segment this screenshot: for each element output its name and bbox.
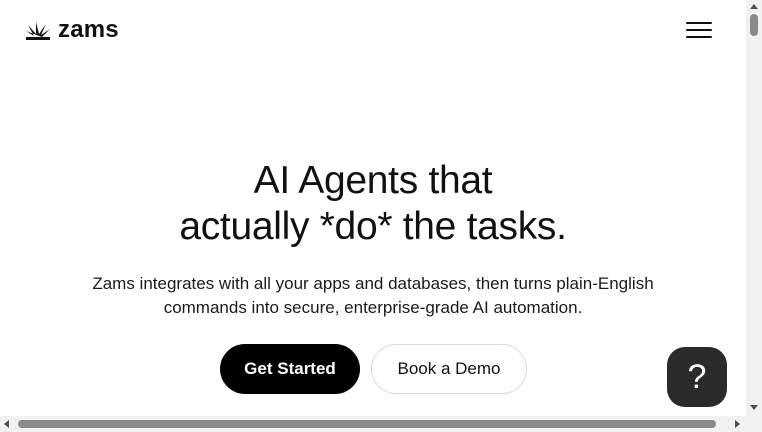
scroll-up-arrow-icon[interactable] [750, 4, 758, 9]
subtitle-line-1: Zams integrates with all your apps and d… [92, 274, 654, 293]
logo-text: zams [58, 16, 119, 43]
scrollbar-corner [746, 416, 762, 432]
page-viewport: zams AI Agents that actually *do* the ta… [0, 0, 746, 416]
horizontal-scrollbar[interactable] [0, 416, 746, 432]
scroll-down-arrow-icon[interactable] [750, 405, 758, 410]
get-started-button[interactable]: Get Started [220, 344, 360, 394]
menu-line [686, 22, 712, 24]
headline-line-2: actually *do* the tasks. [179, 205, 567, 248]
vertical-scroll-thumb[interactable] [750, 14, 758, 36]
zams-logo-link[interactable]: zams [24, 18, 119, 42]
horizontal-scroll-thumb[interactable] [18, 420, 716, 428]
zams-logo-mark-icon [26, 22, 50, 40]
menu-line [686, 29, 712, 31]
scroll-right-arrow-icon[interactable] [735, 420, 740, 428]
hamburger-menu-icon[interactable] [686, 20, 712, 40]
help-glyph: ? [687, 357, 707, 396]
headline-line-1: AI Agents that [253, 159, 493, 202]
vertical-scrollbar[interactable] [746, 0, 762, 416]
hero-subtitle: Zams integrates with all your apps and d… [70, 272, 676, 320]
subtitle-line-2: commands into secure, enterprise-grade A… [163, 298, 583, 317]
hero-headline: AI Agents that actually *do* the tasks. [0, 158, 746, 250]
help-question-icon[interactable]: ? [667, 347, 727, 407]
scroll-left-arrow-icon[interactable] [4, 420, 9, 428]
menu-line [686, 36, 712, 38]
book-a-demo-button[interactable]: Book a Demo [371, 344, 527, 394]
